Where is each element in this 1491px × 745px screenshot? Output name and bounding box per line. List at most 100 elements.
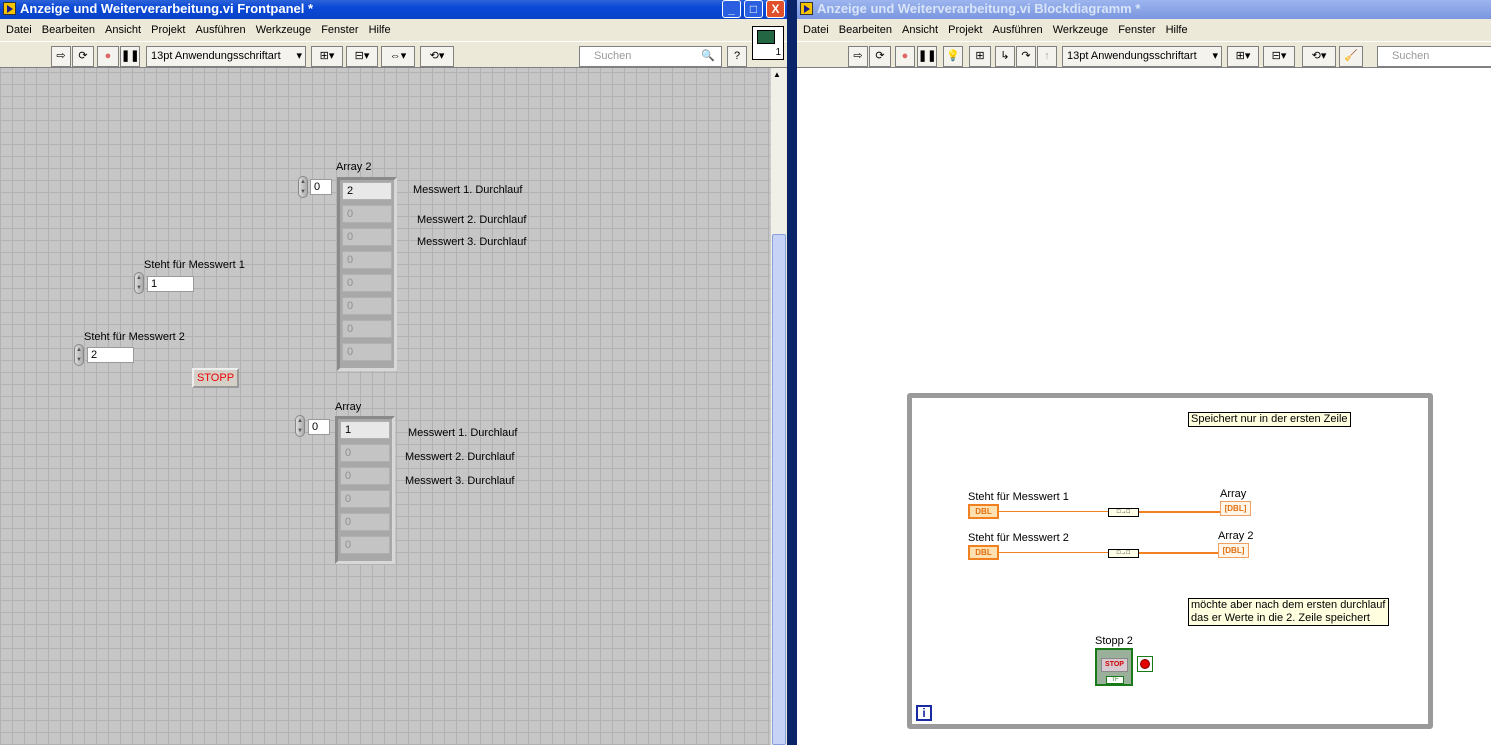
- menu-datei[interactable]: Datei: [6, 24, 32, 36]
- array-element: 0: [340, 467, 390, 485]
- run-continuously-icon[interactable]: ⟳: [869, 46, 891, 67]
- minimize-button[interactable]: _: [722, 0, 741, 18]
- stop-button-terminal[interactable]: STOP TF: [1095, 648, 1133, 686]
- distribute-icon[interactable]: ⊟▾: [346, 46, 378, 67]
- cleanup-diagram-icon[interactable]: 🧹: [1339, 46, 1363, 67]
- menu-werkzeuge[interactable]: Werkzeuge: [1053, 24, 1108, 36]
- comment-note-1[interactable]: Speichert nur in der ersten Zeile: [1188, 412, 1351, 427]
- boolean-type-badge: TF: [1106, 676, 1124, 684]
- control2-terminal[interactable]: DBL: [968, 545, 999, 560]
- wire[interactable]: [999, 511, 1109, 512]
- build-array-node[interactable]: □→□: [1108, 549, 1139, 558]
- toolbar: ⇨ ⟳ ● ❚❚ 13pt Anwendungsschriftart ▾ ⊞▾ ⊟…: [0, 41, 787, 68]
- run-continuously-icon[interactable]: ⟳: [72, 46, 94, 67]
- array-note-1: Messwert 1. Durchlauf: [408, 427, 518, 439]
- menu-projekt[interactable]: Projekt: [151, 24, 185, 36]
- menu-bearbeiten[interactable]: Bearbeiten: [839, 24, 892, 36]
- font-select[interactable]: 13pt Anwendungsschriftart ▾: [1062, 46, 1222, 67]
- while-loop[interactable]: [907, 393, 1433, 729]
- terminal2-label: Steht für Messwert 2: [968, 532, 1069, 544]
- menu-ansicht[interactable]: Ansicht: [105, 24, 141, 36]
- array2-indicator-terminal[interactable]: [DBL]: [1218, 543, 1249, 558]
- array-index-stepper[interactable]: ▲ ▼: [295, 415, 305, 437]
- control1-input[interactable]: 1: [147, 276, 194, 292]
- step-over-icon[interactable]: ↷: [1016, 46, 1036, 67]
- control1-stepper[interactable]: ▲ ▼: [134, 272, 144, 294]
- reorder-icon[interactable]: ⟲▾: [420, 46, 454, 67]
- abort-icon[interactable]: ●: [97, 46, 119, 67]
- control1-label: Steht für Messwert 1: [144, 259, 245, 271]
- loop-condition-terminal[interactable]: [1137, 656, 1153, 672]
- array-element: 0: [340, 513, 390, 531]
- abort-icon[interactable]: ●: [895, 46, 915, 67]
- search-placeholder: Suchen: [1392, 50, 1430, 62]
- control2-input[interactable]: 2: [87, 347, 134, 363]
- highlight-execution-icon[interactable]: 💡: [943, 46, 963, 67]
- stop-button[interactable]: STOPP: [192, 368, 239, 388]
- reorder-icon[interactable]: ⟲▾: [1302, 46, 1336, 67]
- array-terminal-label: Array: [1220, 488, 1247, 500]
- align-icon[interactable]: ⊞▾: [1227, 46, 1259, 67]
- search-input[interactable]: Suchen: [1377, 46, 1491, 67]
- array-element: 0: [340, 490, 390, 508]
- control1-terminal[interactable]: DBL: [968, 504, 999, 519]
- array2-index[interactable]: 0: [310, 179, 332, 195]
- vertical-scrollbar[interactable]: ▲: [770, 68, 786, 745]
- array-indicator-terminal[interactable]: [DBL]: [1220, 501, 1251, 516]
- maximize-button[interactable]: □: [744, 0, 763, 18]
- pause-icon[interactable]: ❚❚: [917, 46, 937, 67]
- menu-hilfe[interactable]: Hilfe: [369, 24, 391, 36]
- menu-fenster[interactable]: Fenster: [321, 24, 358, 36]
- menu-werkzeuge[interactable]: Werkzeuge: [256, 24, 311, 36]
- menu-fenster[interactable]: Fenster: [1118, 24, 1155, 36]
- comment-note-2[interactable]: möchte aber nach dem ersten durchlauf da…: [1188, 598, 1389, 626]
- array2-index-stepper[interactable]: ▲ ▼: [298, 176, 308, 198]
- step-out-icon[interactable]: ↑: [1037, 46, 1057, 67]
- help-button[interactable]: ?: [727, 46, 747, 67]
- control2-stepper[interactable]: ▲ ▼: [74, 344, 84, 366]
- vi-connector-icon[interactable]: 1: [752, 26, 784, 60]
- stop-glyph: STOP: [1101, 658, 1128, 672]
- menu-ansicht[interactable]: Ansicht: [902, 24, 938, 36]
- menu-datei[interactable]: Datei: [803, 24, 829, 36]
- scroll-up-icon[interactable]: ▲: [773, 70, 781, 79]
- align-icon[interactable]: ⊞▾: [311, 46, 343, 67]
- menu-ausfuehren[interactable]: Ausführen: [992, 24, 1042, 36]
- menu-projekt[interactable]: Projekt: [948, 24, 982, 36]
- close-button[interactable]: X: [766, 0, 785, 18]
- pause-icon[interactable]: ❚❚: [120, 46, 140, 67]
- array-index[interactable]: 0: [308, 419, 330, 435]
- run-arrow-icon[interactable]: ⇨: [51, 46, 71, 67]
- menu-hilfe[interactable]: Hilfe: [1166, 24, 1188, 36]
- array2-terminal-label: Array 2: [1218, 530, 1254, 542]
- wire[interactable]: [999, 552, 1109, 553]
- search-icon: 🔍: [701, 50, 715, 62]
- array2-indicator: 2 0 0 0 0 0 0 0: [337, 177, 397, 371]
- blockdiagram-titlebar[interactable]: Anzeige und Weiterverarbeitung.vi Blockd…: [797, 0, 1491, 19]
- step-into-icon[interactable]: ↳: [995, 46, 1015, 67]
- frontpanel-window: Anzeige und Weiterverarbeitung.vi Frontp…: [0, 0, 787, 745]
- font-select[interactable]: 13pt Anwendungsschriftart ▾: [146, 46, 306, 67]
- toolbar: ⇨ ⟳ ● ❚❚ 💡 ⊞ ↳ ↷ ↑ 13pt Anwendungsschrif…: [797, 41, 1491, 68]
- array-wire[interactable]: [1139, 511, 1220, 513]
- retain-wire-values-icon[interactable]: ⊞: [969, 46, 991, 67]
- iteration-terminal[interactable]: i: [916, 705, 932, 721]
- array-element: 0: [342, 205, 392, 223]
- menu-bar: Datei Bearbeiten Ansicht Projekt Ausführ…: [797, 21, 1491, 40]
- search-input[interactable]: Suchen 🔍: [579, 46, 722, 67]
- distribute-icon[interactable]: ⊟▾: [1263, 46, 1295, 67]
- menu-ausfuehren[interactable]: Ausführen: [195, 24, 245, 36]
- array-wire[interactable]: [1139, 552, 1218, 554]
- menu-bearbeiten[interactable]: Bearbeiten: [42, 24, 95, 36]
- array-indicator: 1 0 0 0 0 0: [335, 416, 395, 564]
- resize-icon[interactable]: ⇔▾: [381, 46, 415, 67]
- array-element: 1: [340, 421, 390, 439]
- frontpanel-titlebar[interactable]: Anzeige und Weiterverarbeitung.vi Frontp…: [0, 0, 787, 19]
- array-element: 0: [340, 536, 390, 554]
- chevron-down-icon: ▾: [296, 50, 302, 62]
- scrollbar-thumb[interactable]: [772, 234, 786, 745]
- connector-number: 1: [775, 47, 781, 58]
- array-element: 2: [342, 182, 392, 200]
- build-array-node[interactable]: □→□: [1108, 508, 1139, 517]
- run-arrow-icon[interactable]: ⇨: [848, 46, 868, 67]
